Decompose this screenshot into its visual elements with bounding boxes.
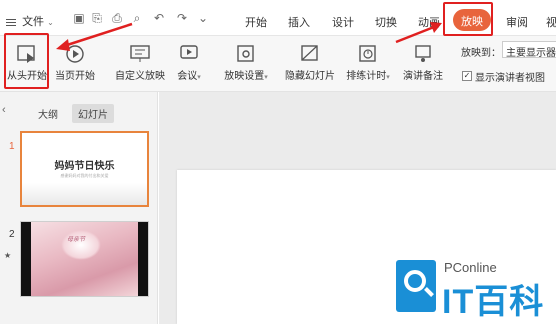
slide-1-footer-band: [22, 183, 147, 205]
tab-review[interactable]: 审阅: [506, 14, 528, 30]
show-settings-button[interactable]: 放映设置▾: [220, 44, 272, 82]
meeting-icon: [180, 45, 198, 59]
more-icon[interactable]: ⌄: [196, 11, 210, 25]
custom-show-icon: [130, 45, 150, 62]
hamburger-icon: [6, 17, 16, 28]
slide-number-1: 1: [9, 141, 15, 152]
magnifier-logo-icon: [396, 260, 436, 312]
tab-slides[interactable]: 幻灯片: [72, 104, 114, 123]
hide-slide-label: 隐藏幻灯片: [285, 71, 335, 82]
custom-show-label: 自定义放映: [115, 71, 165, 82]
tab-home[interactable]: 开始: [245, 14, 267, 30]
from-current-label: 当页开始: [55, 71, 95, 82]
slide-2-right-bar: [138, 222, 148, 296]
slide-thumbnail-2[interactable]: 母亲节: [20, 221, 149, 297]
export-pdf-icon[interactable]: ⎘: [90, 11, 104, 25]
rehearse-timing-button[interactable]: 排练计时▾: [342, 44, 394, 82]
timer-icon: [359, 45, 376, 62]
meeting-label: 会议: [177, 71, 198, 82]
play-to-label: 放映到：: [461, 48, 501, 59]
tab-design[interactable]: 设计: [332, 14, 354, 30]
meeting-button[interactable]: 会议▾: [172, 44, 206, 82]
from-beginning-highlight: [4, 33, 49, 89]
speaker-notes-label: 演讲备注: [403, 71, 443, 82]
tab-view[interactable]: 视: [546, 14, 556, 30]
settings-icon: [237, 45, 254, 62]
slide-number-2: 2: [9, 229, 15, 240]
print-preview-icon[interactable]: ⌕: [130, 11, 144, 25]
watermark-brand: PConline: [444, 260, 497, 275]
file-menu[interactable]: 文件 ⌄: [6, 13, 54, 29]
tab-outline[interactable]: 大纲: [32, 104, 64, 123]
presenter-view-label: 显示演讲者视图: [475, 73, 545, 84]
custom-show-button[interactable]: 自定义放映: [112, 44, 168, 82]
tab-animation[interactable]: 动画: [418, 14, 440, 30]
redo-icon[interactable]: ↷: [175, 11, 189, 25]
slide-1-title: 妈妈节日快乐: [54, 161, 115, 172]
hide-slide-icon: [301, 45, 318, 61]
play-to-select[interactable]: 主要显示器: [502, 41, 556, 58]
presenter-view-checkbox[interactable]: ✓: [462, 71, 472, 81]
tab-insert[interactable]: 插入: [288, 14, 310, 30]
file-menu-label: 文件: [22, 16, 45, 28]
save-icon[interactable]: ▣: [72, 11, 86, 25]
play-circle-icon: [66, 45, 84, 63]
slide-2-left-bar: [21, 222, 31, 296]
speaker-notes-icon: [415, 45, 431, 62]
slide-2-photo-text: 母亲节: [67, 237, 86, 243]
slide-1-subtitle: 感谢妈妈对我的付出和关爱: [60, 173, 109, 178]
from-current-button[interactable]: 当页开始: [52, 44, 98, 82]
animation-star-icon: ★: [4, 251, 12, 260]
show-settings-label: 放映设置: [224, 71, 265, 82]
speaker-notes-button[interactable]: 演讲备注: [400, 44, 446, 82]
pconline-watermark: PConline IT百科: [388, 254, 548, 321]
tab-transition[interactable]: 切换: [375, 14, 397, 30]
undo-icon[interactable]: ↶: [152, 11, 166, 25]
print-icon[interactable]: ⎙: [110, 11, 124, 25]
rehearse-timing-label: 排练计时: [346, 71, 387, 82]
hide-slide-button[interactable]: 隐藏幻灯片: [282, 44, 338, 82]
slide-thumbnail-1[interactable]: 妈妈节日快乐 感谢妈妈对我的付出和关爱: [20, 131, 149, 207]
watermark-name: IT百科: [442, 283, 545, 321]
slideshow-tab-highlight: [443, 2, 493, 36]
chevron-down-icon: ⌄: [47, 18, 54, 27]
collapse-panel-icon[interactable]: ‹: [2, 104, 6, 116]
